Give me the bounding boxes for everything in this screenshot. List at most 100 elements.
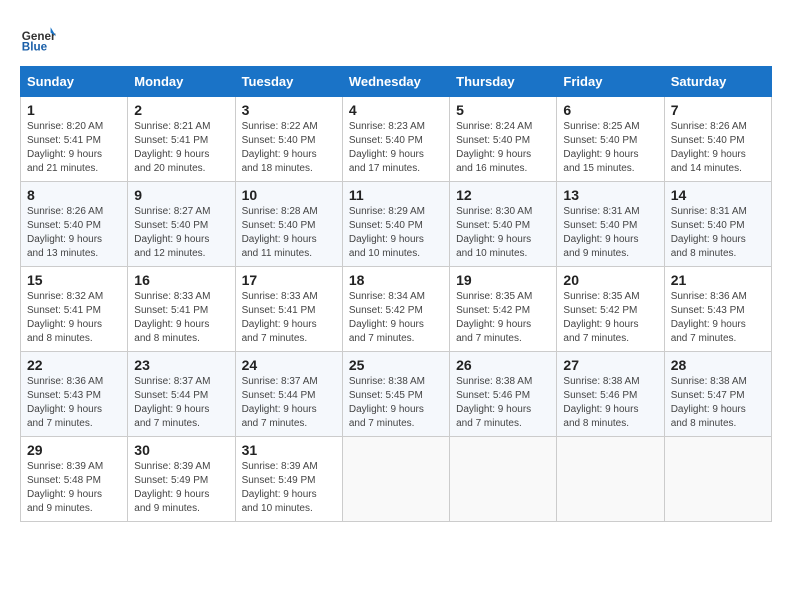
day-number: 23 (134, 357, 228, 373)
calendar-cell: 26 Sunrise: 8:38 AMSunset: 5:46 PMDaylig… (450, 352, 557, 437)
weekday-header-tuesday: Tuesday (235, 67, 342, 97)
calendar-cell: 12 Sunrise: 8:30 AMSunset: 5:40 PMDaylig… (450, 182, 557, 267)
calendar-cell: 1 Sunrise: 8:20 AMSunset: 5:41 PMDayligh… (21, 97, 128, 182)
calendar-cell: 6 Sunrise: 8:25 AMSunset: 5:40 PMDayligh… (557, 97, 664, 182)
day-number: 10 (242, 187, 336, 203)
weekday-header-monday: Monday (128, 67, 235, 97)
day-number: 28 (671, 357, 765, 373)
weekday-header-wednesday: Wednesday (342, 67, 449, 97)
calendar-cell: 31 Sunrise: 8:39 AMSunset: 5:49 PMDaylig… (235, 437, 342, 522)
day-number: 30 (134, 442, 228, 458)
calendar-cell: 23 Sunrise: 8:37 AMSunset: 5:44 PMDaylig… (128, 352, 235, 437)
day-number: 24 (242, 357, 336, 373)
calendar-week-4: 22 Sunrise: 8:36 AMSunset: 5:43 PMDaylig… (21, 352, 772, 437)
day-info: Sunrise: 8:35 AMSunset: 5:42 PMDaylight:… (563, 291, 639, 344)
day-number: 13 (563, 187, 657, 203)
calendar-cell: 28 Sunrise: 8:38 AMSunset: 5:47 PMDaylig… (664, 352, 771, 437)
day-info: Sunrise: 8:39 AMSunset: 5:49 PMDaylight:… (242, 461, 318, 514)
day-number: 7 (671, 102, 765, 118)
day-info: Sunrise: 8:35 AMSunset: 5:42 PMDaylight:… (456, 291, 532, 344)
calendar-cell: 22 Sunrise: 8:36 AMSunset: 5:43 PMDaylig… (21, 352, 128, 437)
calendar-cell: 24 Sunrise: 8:37 AMSunset: 5:44 PMDaylig… (235, 352, 342, 437)
calendar-cell: 14 Sunrise: 8:31 AMSunset: 5:40 PMDaylig… (664, 182, 771, 267)
day-number: 9 (134, 187, 228, 203)
calendar-week-3: 15 Sunrise: 8:32 AMSunset: 5:41 PMDaylig… (21, 267, 772, 352)
svg-text:Blue: Blue (22, 41, 48, 54)
calendar-container: General Blue SundayMondayTuesdayWednesda… (20, 20, 772, 522)
day-info: Sunrise: 8:38 AMSunset: 5:46 PMDaylight:… (563, 376, 639, 429)
calendar-cell: 27 Sunrise: 8:38 AMSunset: 5:46 PMDaylig… (557, 352, 664, 437)
day-number: 2 (134, 102, 228, 118)
day-info: Sunrise: 8:39 AMSunset: 5:48 PMDaylight:… (27, 461, 103, 514)
day-info: Sunrise: 8:26 AMSunset: 5:40 PMDaylight:… (27, 206, 103, 259)
calendar-cell: 8 Sunrise: 8:26 AMSunset: 5:40 PMDayligh… (21, 182, 128, 267)
day-info: Sunrise: 8:23 AMSunset: 5:40 PMDaylight:… (349, 121, 425, 174)
day-info: Sunrise: 8:39 AMSunset: 5:49 PMDaylight:… (134, 461, 210, 514)
calendar-table: SundayMondayTuesdayWednesdayThursdayFrid… (20, 66, 772, 522)
day-number: 19 (456, 272, 550, 288)
day-number: 25 (349, 357, 443, 373)
day-info: Sunrise: 8:24 AMSunset: 5:40 PMDaylight:… (456, 121, 532, 174)
calendar-cell (342, 437, 449, 522)
day-number: 11 (349, 187, 443, 203)
calendar-cell: 4 Sunrise: 8:23 AMSunset: 5:40 PMDayligh… (342, 97, 449, 182)
calendar-week-1: 1 Sunrise: 8:20 AMSunset: 5:41 PMDayligh… (21, 97, 772, 182)
calendar-cell (450, 437, 557, 522)
day-info: Sunrise: 8:29 AMSunset: 5:40 PMDaylight:… (349, 206, 425, 259)
day-number: 15 (27, 272, 121, 288)
day-info: Sunrise: 8:22 AMSunset: 5:40 PMDaylight:… (242, 121, 318, 174)
calendar-cell: 9 Sunrise: 8:27 AMSunset: 5:40 PMDayligh… (128, 182, 235, 267)
calendar-week-2: 8 Sunrise: 8:26 AMSunset: 5:40 PMDayligh… (21, 182, 772, 267)
day-number: 27 (563, 357, 657, 373)
day-info: Sunrise: 8:31 AMSunset: 5:40 PMDaylight:… (563, 206, 639, 259)
calendar-cell: 11 Sunrise: 8:29 AMSunset: 5:40 PMDaylig… (342, 182, 449, 267)
logo: General Blue (20, 20, 58, 56)
day-info: Sunrise: 8:38 AMSunset: 5:46 PMDaylight:… (456, 376, 532, 429)
calendar-cell: 19 Sunrise: 8:35 AMSunset: 5:42 PMDaylig… (450, 267, 557, 352)
day-info: Sunrise: 8:33 AMSunset: 5:41 PMDaylight:… (134, 291, 210, 344)
calendar-cell: 25 Sunrise: 8:38 AMSunset: 5:45 PMDaylig… (342, 352, 449, 437)
calendar-cell: 2 Sunrise: 8:21 AMSunset: 5:41 PMDayligh… (128, 97, 235, 182)
day-number: 26 (456, 357, 550, 373)
calendar-cell: 17 Sunrise: 8:33 AMSunset: 5:41 PMDaylig… (235, 267, 342, 352)
day-number: 18 (349, 272, 443, 288)
weekday-header-row: SundayMondayTuesdayWednesdayThursdayFrid… (21, 67, 772, 97)
calendar-cell (557, 437, 664, 522)
day-info: Sunrise: 8:37 AMSunset: 5:44 PMDaylight:… (242, 376, 318, 429)
day-number: 6 (563, 102, 657, 118)
calendar-cell: 3 Sunrise: 8:22 AMSunset: 5:40 PMDayligh… (235, 97, 342, 182)
day-number: 29 (27, 442, 121, 458)
day-number: 31 (242, 442, 336, 458)
weekday-header-friday: Friday (557, 67, 664, 97)
day-info: Sunrise: 8:21 AMSunset: 5:41 PMDaylight:… (134, 121, 210, 174)
calendar-cell: 10 Sunrise: 8:28 AMSunset: 5:40 PMDaylig… (235, 182, 342, 267)
day-info: Sunrise: 8:36 AMSunset: 5:43 PMDaylight:… (671, 291, 747, 344)
day-number: 3 (242, 102, 336, 118)
day-info: Sunrise: 8:36 AMSunset: 5:43 PMDaylight:… (27, 376, 103, 429)
calendar-cell: 16 Sunrise: 8:33 AMSunset: 5:41 PMDaylig… (128, 267, 235, 352)
weekday-header-thursday: Thursday (450, 67, 557, 97)
day-number: 1 (27, 102, 121, 118)
logo-icon: General Blue (20, 20, 56, 56)
calendar-cell: 5 Sunrise: 8:24 AMSunset: 5:40 PMDayligh… (450, 97, 557, 182)
day-number: 21 (671, 272, 765, 288)
calendar-cell: 30 Sunrise: 8:39 AMSunset: 5:49 PMDaylig… (128, 437, 235, 522)
calendar-cell: 15 Sunrise: 8:32 AMSunset: 5:41 PMDaylig… (21, 267, 128, 352)
calendar-cell: 13 Sunrise: 8:31 AMSunset: 5:40 PMDaylig… (557, 182, 664, 267)
calendar-cell: 18 Sunrise: 8:34 AMSunset: 5:42 PMDaylig… (342, 267, 449, 352)
day-info: Sunrise: 8:30 AMSunset: 5:40 PMDaylight:… (456, 206, 532, 259)
day-info: Sunrise: 8:27 AMSunset: 5:40 PMDaylight:… (134, 206, 210, 259)
day-info: Sunrise: 8:33 AMSunset: 5:41 PMDaylight:… (242, 291, 318, 344)
day-info: Sunrise: 8:38 AMSunset: 5:45 PMDaylight:… (349, 376, 425, 429)
header: General Blue (20, 20, 772, 56)
calendar-cell: 7 Sunrise: 8:26 AMSunset: 5:40 PMDayligh… (664, 97, 771, 182)
day-info: Sunrise: 8:28 AMSunset: 5:40 PMDaylight:… (242, 206, 318, 259)
day-number: 17 (242, 272, 336, 288)
day-number: 14 (671, 187, 765, 203)
day-number: 5 (456, 102, 550, 118)
day-number: 22 (27, 357, 121, 373)
day-info: Sunrise: 8:34 AMSunset: 5:42 PMDaylight:… (349, 291, 425, 344)
day-info: Sunrise: 8:32 AMSunset: 5:41 PMDaylight:… (27, 291, 103, 344)
day-info: Sunrise: 8:37 AMSunset: 5:44 PMDaylight:… (134, 376, 210, 429)
day-info: Sunrise: 8:31 AMSunset: 5:40 PMDaylight:… (671, 206, 747, 259)
